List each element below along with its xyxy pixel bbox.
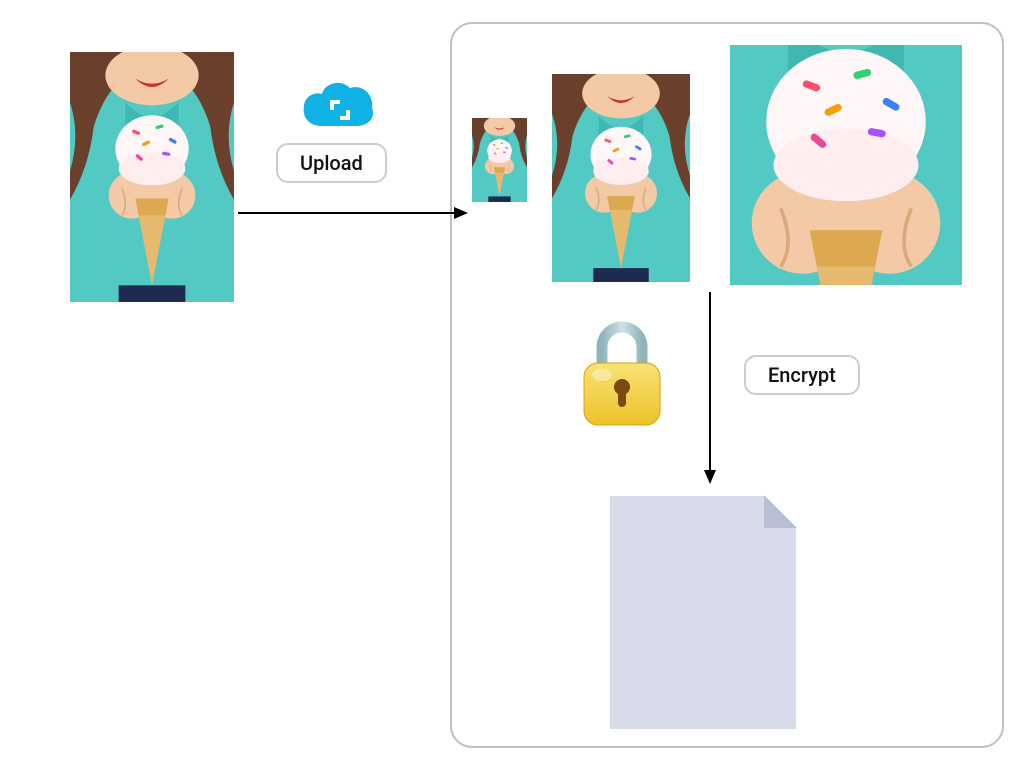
upload-label-text: Upload bbox=[300, 151, 363, 175]
thumbnail-medium bbox=[552, 74, 690, 282]
source-image bbox=[70, 52, 234, 302]
arrow-down-icon bbox=[700, 292, 720, 484]
diagram-canvas: Upload bbox=[0, 0, 1024, 768]
arrow-right-icon bbox=[238, 203, 468, 223]
lock-icon bbox=[572, 315, 672, 430]
encrypt-label-text: Encrypt bbox=[768, 363, 836, 387]
document-page-icon bbox=[604, 490, 802, 735]
upload-label: Upload bbox=[276, 143, 387, 183]
encrypt-label: Encrypt bbox=[744, 355, 860, 395]
cloud-crop-icon bbox=[300, 80, 376, 130]
thumbnail-small bbox=[472, 118, 527, 202]
thumbnail-large bbox=[730, 45, 962, 285]
